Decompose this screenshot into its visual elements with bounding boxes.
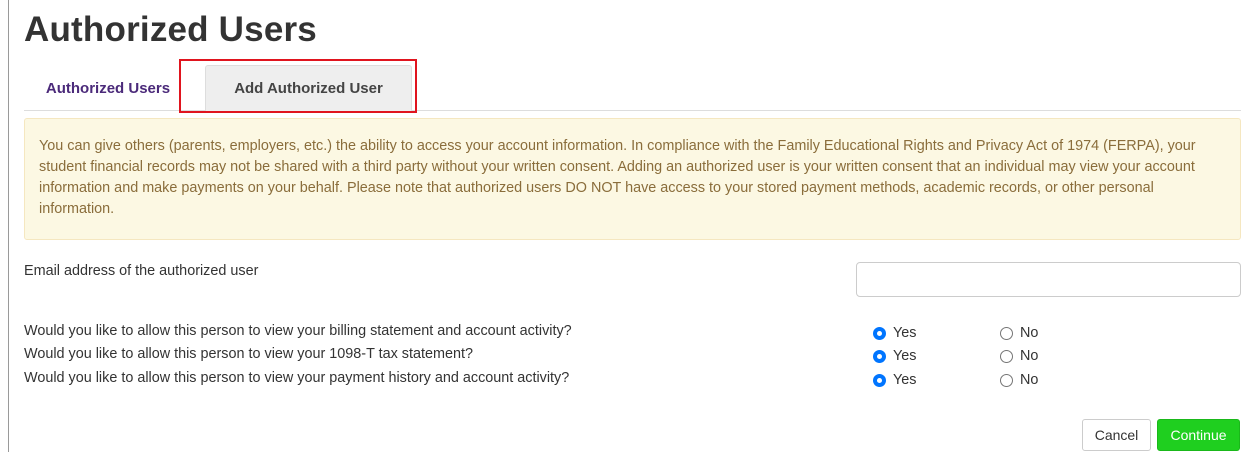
notice-text: You can give others (parents, employers,… <box>39 138 1196 217</box>
billing-yes-label: Yes <box>893 325 917 341</box>
payment-no-option[interactable]: No <box>1000 372 1038 388</box>
tax-no-label: No <box>1020 348 1039 364</box>
question-payment-history: Would you like to allow this person to v… <box>24 370 570 386</box>
question-billing-statement: Would you like to allow this person to v… <box>24 323 572 339</box>
tax-yes-radio[interactable] <box>873 349 886 363</box>
tab-add-authorized-user[interactable]: Add Authorized User <box>205 65 412 111</box>
question-1098t-statement: Would you like to allow this person to v… <box>24 346 474 362</box>
billing-no-option[interactable]: No <box>1000 325 1038 341</box>
email-input[interactable] <box>856 262 1241 297</box>
payment-no-radio[interactable] <box>1000 373 1013 387</box>
continue-button[interactable]: Continue <box>1157 419 1240 451</box>
tax-yes-label: Yes <box>893 348 917 364</box>
billing-yes-radio[interactable] <box>873 326 886 340</box>
email-label: Email address of the authorized user <box>24 263 259 279</box>
payment-yes-label: Yes <box>893 372 917 388</box>
ferpa-notice: You can give others (parents, employers,… <box>24 118 1241 240</box>
tax-no-option[interactable]: No <box>1000 348 1038 364</box>
page-title: Authorized Users <box>24 10 317 49</box>
billing-no-radio[interactable] <box>1000 326 1013 340</box>
billing-no-label: No <box>1020 325 1039 341</box>
payment-no-label: No <box>1020 372 1039 388</box>
payment-yes-radio[interactable] <box>873 373 886 387</box>
tax-yes-option[interactable]: Yes <box>873 348 916 364</box>
tax-no-radio[interactable] <box>1000 349 1013 363</box>
tab-bar: Authorized Users Add Authorized User <box>24 65 1241 111</box>
tab-authorized-users[interactable]: Authorized Users <box>32 65 184 111</box>
cancel-button[interactable]: Cancel <box>1082 419 1151 451</box>
payment-yes-option[interactable]: Yes <box>873 372 916 388</box>
billing-yes-option[interactable]: Yes <box>873 325 916 341</box>
